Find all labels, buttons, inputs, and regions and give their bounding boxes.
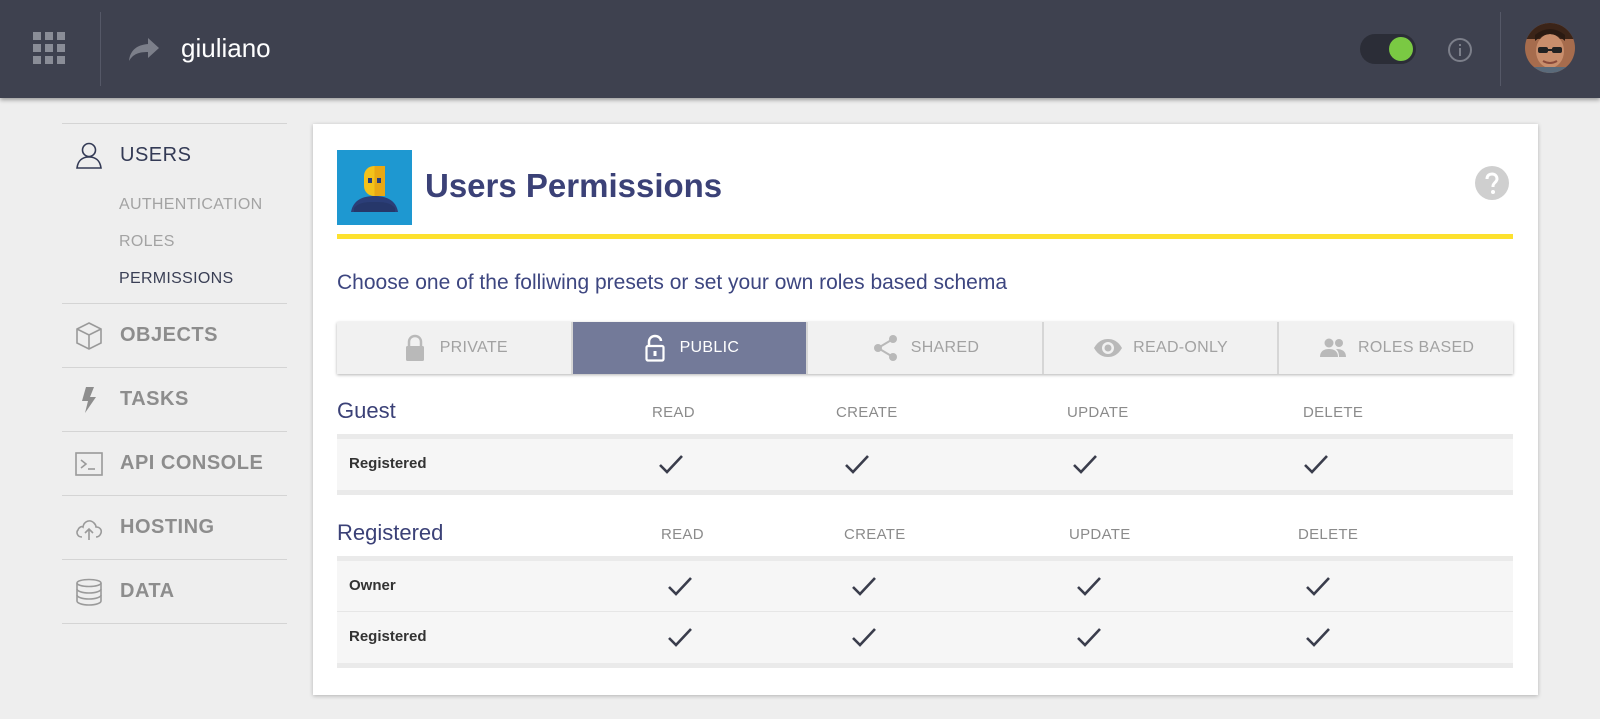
check-icon[interactable] (1076, 626, 1102, 648)
header-divider (1500, 12, 1501, 86)
preset-label: SHARED (910, 339, 980, 356)
group-name: Guest (337, 398, 396, 423)
role-label: Registered (349, 628, 427, 645)
sidebar-subitem-roles[interactable]: ROLES (62, 223, 287, 260)
permission-group-guest: Guest READ CREATE UPDATE DELETE Register… (337, 394, 1513, 495)
check-icon[interactable] (658, 453, 684, 475)
eye-icon (1094, 339, 1123, 357)
unlock-icon (644, 334, 665, 362)
lightning-icon (82, 386, 96, 413)
apps-grid-icon[interactable] (33, 32, 65, 64)
share-icon (873, 335, 897, 361)
sidebar-item-users[interactable]: USERS (62, 124, 287, 186)
table-row: Owner (337, 561, 1513, 612)
column-header-create: CREATE (844, 526, 906, 543)
check-icon[interactable] (1303, 453, 1329, 475)
check-icon[interactable] (1305, 575, 1331, 597)
sidebar-item-label: HOSTING (120, 516, 215, 538)
header-divider (100, 12, 101, 86)
preset-label: READ-ONLY (1133, 339, 1229, 356)
sidebar-item-hosting[interactable]: HOSTING (62, 496, 287, 559)
sidebar-subitem-authentication[interactable]: AUTHENTICATION (62, 186, 287, 223)
sidebar-subitem-permissions[interactable]: PERMISSIONS (62, 260, 287, 297)
user-icon (76, 142, 102, 169)
column-header-update: UPDATE (1069, 526, 1131, 543)
lock-icon (405, 334, 424, 361)
check-icon[interactable] (667, 626, 693, 648)
toggle-knob (1389, 37, 1413, 61)
preset-read-only[interactable]: READ-ONLY (1043, 322, 1280, 374)
sidebar-item-api-console[interactable]: API CONSOLE (62, 432, 287, 495)
environment-toggle[interactable] (1360, 34, 1416, 64)
sidebar-item-label: OBJECTS (120, 324, 218, 346)
role-label: Owner (349, 577, 396, 594)
project-name[interactable]: giuliano (181, 30, 271, 66)
sidebar-item-label: USERS (120, 143, 192, 166)
user-avatar[interactable] (1525, 23, 1575, 73)
check-icon[interactable] (851, 575, 877, 597)
database-icon (76, 578, 102, 606)
column-header-create: CREATE (836, 404, 898, 421)
column-header-delete: DELETE (1298, 526, 1359, 543)
preset-label: PUBLIC (679, 339, 740, 356)
people-icon (1320, 338, 1347, 357)
preset-label: ROLES BASED (1358, 339, 1475, 356)
check-icon[interactable] (851, 626, 877, 648)
check-icon[interactable] (844, 453, 870, 475)
sidebar-item-label: API CONSOLE (120, 452, 264, 474)
preset-private[interactable]: PRIVATE (337, 322, 573, 374)
role-label: Registered (349, 455, 427, 472)
sidebar-item-tasks[interactable]: TASKS (62, 368, 287, 431)
preset-instructions: Choose one of the folliwing presets or s… (337, 271, 1008, 294)
robot-user-icon (337, 150, 412, 225)
permission-group-header: Guest READ CREATE UPDATE DELETE (337, 394, 1513, 434)
title-underline (337, 234, 1513, 239)
sidebar-item-label: TASKS (120, 388, 189, 410)
group-name: Registered (337, 520, 444, 545)
permission-table: Registered (337, 434, 1513, 495)
info-icon[interactable] (1447, 37, 1473, 63)
preset-shared[interactable]: SHARED (808, 322, 1044, 374)
preset-selector: PRIVATE PUBLIC SHARED READ-ONLY ROLES BA… (337, 322, 1513, 374)
sidebar: USERS AUTHENTICATION ROLES PERMISSIONS O… (62, 123, 287, 624)
table-row: Registered (337, 439, 1513, 490)
check-icon[interactable] (1305, 626, 1331, 648)
column-header-read: READ (661, 526, 704, 543)
sidebar-divider (62, 623, 287, 624)
top-bar: giuliano (0, 0, 1600, 98)
check-icon[interactable] (1072, 453, 1098, 475)
table-row: Registered (337, 612, 1513, 663)
cloud-upload-icon (76, 519, 103, 540)
help-icon[interactable] (1475, 166, 1509, 200)
preset-roles-based[interactable]: ROLES BASED (1279, 322, 1513, 374)
column-header-read: READ (652, 404, 695, 421)
check-icon[interactable] (1076, 575, 1102, 597)
sidebar-item-label: DATA (120, 580, 175, 602)
cube-icon (76, 321, 102, 350)
terminal-icon (75, 451, 103, 476)
column-header-delete: DELETE (1303, 404, 1364, 421)
column-header-update: UPDATE (1067, 404, 1129, 421)
preset-public[interactable]: PUBLIC (572, 322, 809, 374)
permission-table: Owner Registered (337, 556, 1513, 668)
sidebar-item-data[interactable]: DATA (62, 560, 287, 623)
page-title: Users Permissions (425, 167, 723, 204)
permissions-card: Users Permissions Choose one of the foll… (313, 124, 1538, 695)
sidebar-item-objects[interactable]: OBJECTS (62, 304, 287, 367)
permission-group-header: Registered READ CREATE UPDATE DELETE (337, 516, 1513, 556)
forward-arrow-icon[interactable] (128, 36, 160, 62)
preset-label: PRIVATE (439, 339, 508, 356)
check-icon[interactable] (667, 575, 693, 597)
permission-group-registered: Registered READ CREATE UPDATE DELETE Own… (337, 516, 1513, 668)
